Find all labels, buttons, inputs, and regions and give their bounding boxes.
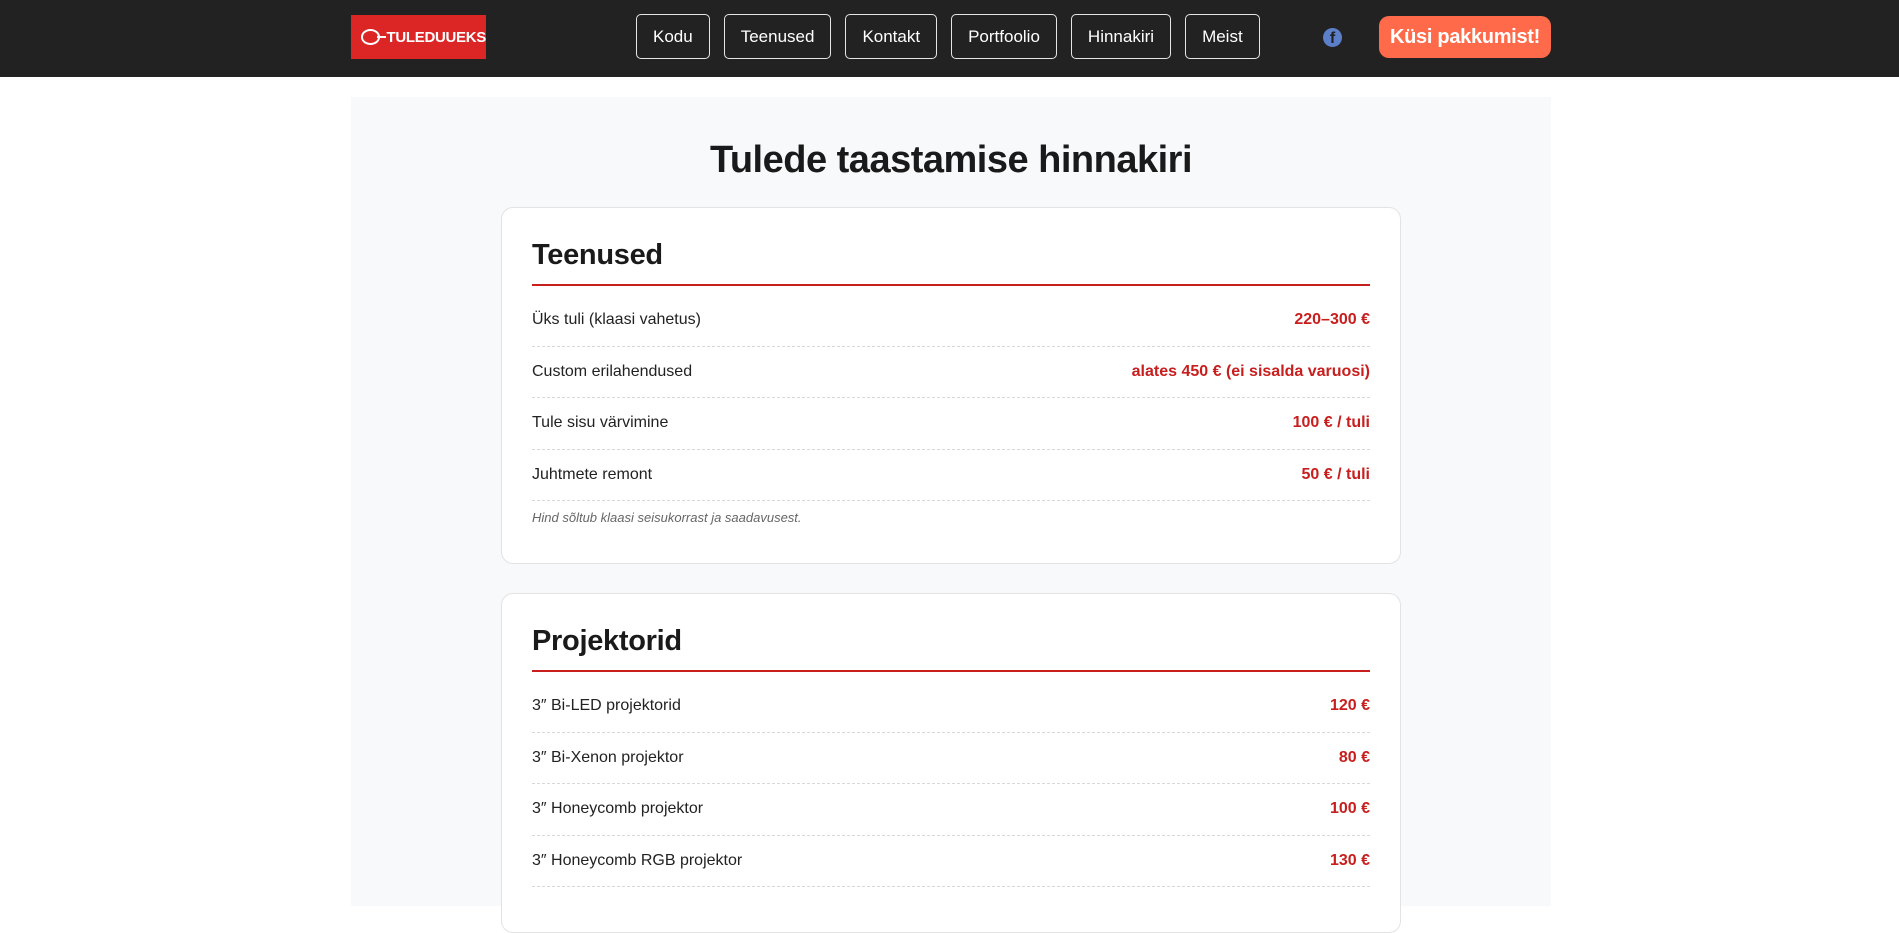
nav-item-kodu[interactable]: Kodu [636, 14, 710, 59]
nav-item-kontakt[interactable]: Kontakt [845, 14, 938, 59]
price-row: Juhtmete remont 50 € / tuli [532, 450, 1370, 501]
price-row: 3″ Bi-Xenon projektor 80 € [532, 733, 1370, 784]
service-price: 220–300 € [1294, 311, 1370, 329]
price-row: Custom erilahendused alates 450 € (ei si… [532, 347, 1370, 398]
price-list: 3″ Bi-LED projektorid 120 € 3″ Bi-Xenon … [532, 681, 1370, 887]
price-row: 3″ Bi-LED projektorid 120 € [532, 681, 1370, 733]
facebook-icon[interactable]: f [1323, 28, 1342, 47]
service-name: Tule sisu värvimine [532, 414, 669, 432]
product-price: 120 € [1329, 697, 1370, 715]
main-content: Tulede taastamise hinnakiri Teenused Üks… [351, 97, 1551, 933]
nav-item-hinnakiri[interactable]: Hinnakiri [1070, 14, 1172, 59]
product-name: 3″ Honeycomb projektor [532, 800, 704, 818]
main-nav: Kodu Teenused Kontakt Portfoolio Hinnaki… [636, 14, 1260, 59]
request-quote-button[interactable]: Küsi pakkumist! [1379, 16, 1551, 58]
price-row: Üks tuli (klaasi vahetus) 220–300 € [532, 295, 1370, 347]
service-name: Custom erilahendused [532, 362, 693, 380]
service-price: 50 € / tuli [1301, 465, 1370, 483]
section-title: Teenused [532, 208, 1370, 286]
facebook-glyph: f [1329, 30, 1336, 47]
logo-mark-icon [361, 29, 388, 45]
price-card-projektorid: Projektorid 3″ Bi-LED projektorid 120 € … [501, 593, 1401, 933]
page-title: Tulede taastamise hinnakiri [709, 139, 1193, 181]
nav-item-meist[interactable]: Meist [1185, 14, 1260, 59]
product-price: 100 € [1329, 800, 1370, 818]
product-name: 3″ Bi-Xenon projektor [532, 748, 684, 766]
product-price: 80 € [1338, 748, 1370, 766]
product-name: 3″ Honeycomb RGB projektor [532, 851, 743, 869]
nav-item-portfoolio[interactable]: Portfoolio [951, 14, 1057, 59]
service-name: Juhtmete remont [532, 465, 653, 483]
section-title: Projektorid [532, 594, 1370, 672]
price-row: 3″ Honeycomb projektor 100 € [532, 784, 1370, 836]
nav-item-teenused[interactable]: Teenused [723, 14, 832, 59]
product-price: 130 € [1329, 851, 1370, 869]
logo-text: TULEDUUEKS [386, 28, 486, 46]
price-row: Tule sisu värvimine 100 € / tuli [532, 398, 1370, 450]
price-list: Üks tuli (klaasi vahetus) 220–300 € Cust… [532, 295, 1370, 501]
product-name: 3″ Bi-LED projektorid [532, 697, 681, 715]
price-row: 3″ Honeycomb RGB projektor 130 € [532, 836, 1370, 887]
site-header: TULEDUUEKS Kodu Teenused Kontakt Portfoo… [0, 0, 1899, 77]
price-card-teenused: Teenused Üks tuli (klaasi vahetus) 220–3… [501, 207, 1401, 564]
price-note: Hind sõltub klaasi seisukorrast ja saada… [532, 510, 802, 525]
service-price: 100 € / tuli [1292, 414, 1370, 432]
logo[interactable]: TULEDUUEKS [351, 15, 486, 59]
service-price: alates 450 € (ei sisalda varuosi) [1131, 362, 1370, 380]
service-name: Üks tuli (klaasi vahetus) [532, 311, 701, 329]
